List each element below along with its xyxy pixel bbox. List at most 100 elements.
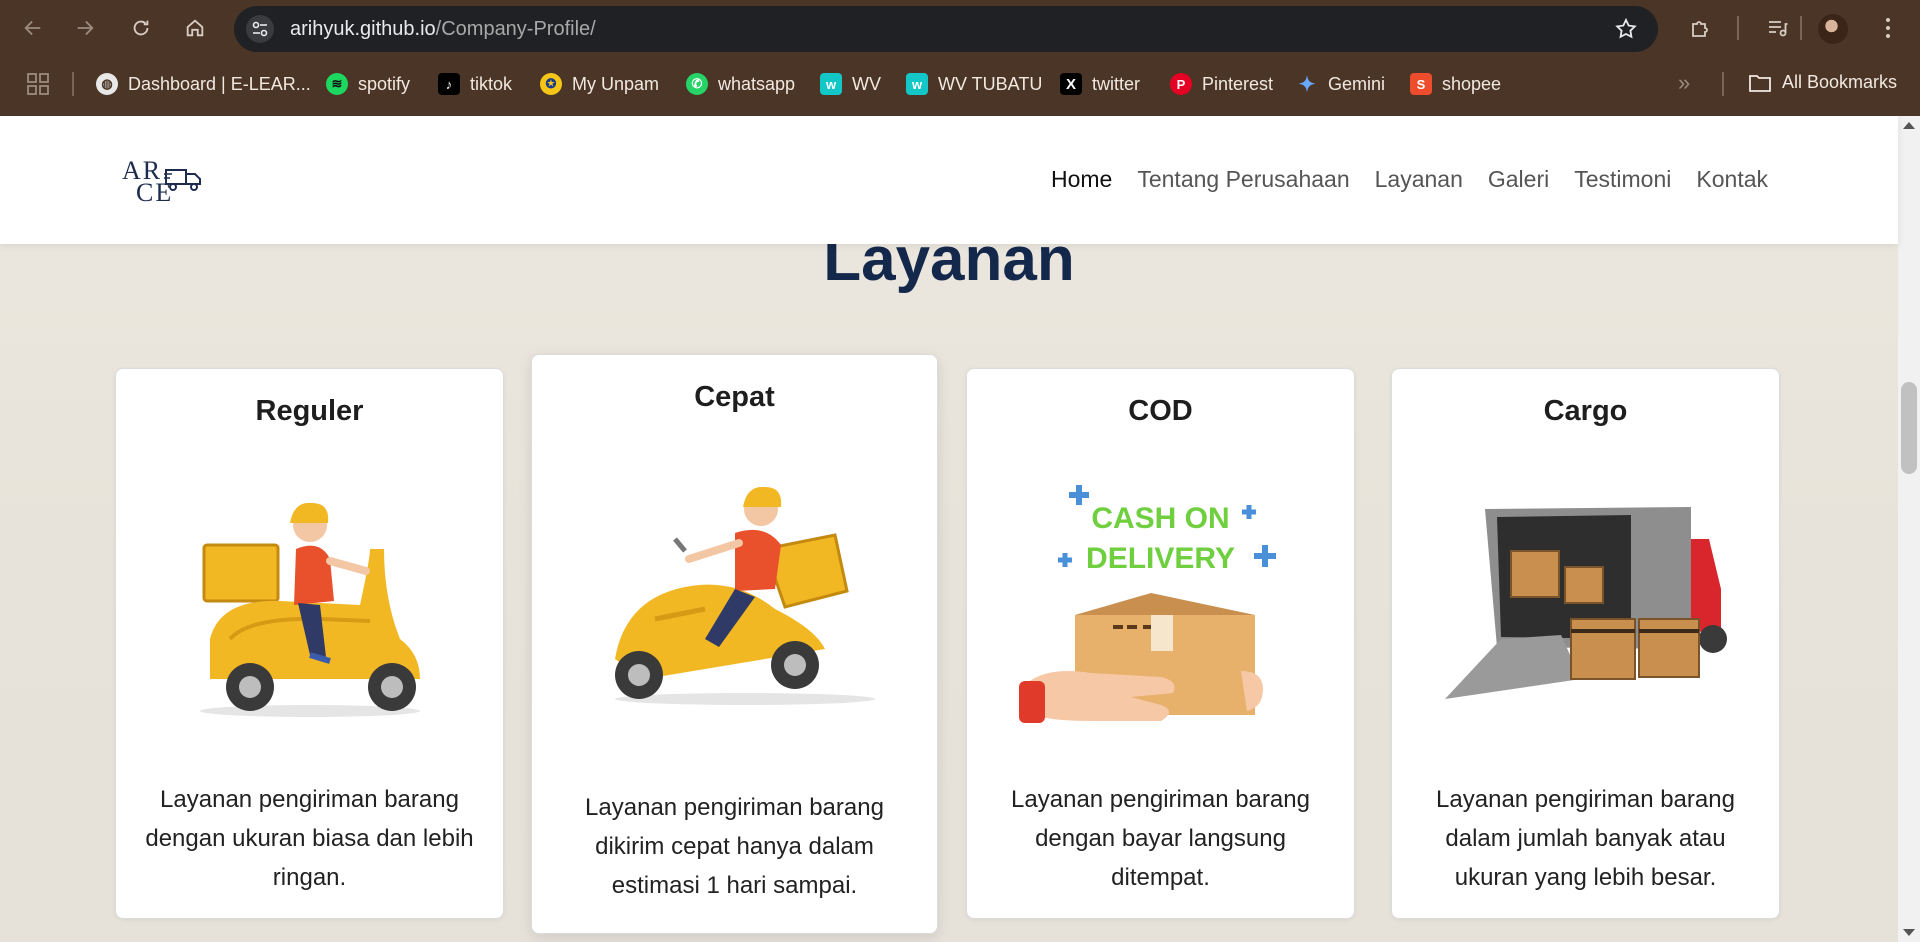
- page-viewport: AR CE Home Tentang Perusahaan Layanan Ga…: [0, 116, 1920, 942]
- extensions-button[interactable]: [1684, 12, 1716, 44]
- bookmarks-divider: [72, 72, 74, 96]
- shopee-icon: S: [1410, 73, 1432, 95]
- scooter-courier-illustration: [199, 502, 420, 717]
- bookmark-spotify[interactable]: ≋ spotify: [326, 72, 410, 96]
- nav-link-home[interactable]: Home: [1051, 166, 1112, 193]
- bookmark-label: tiktok: [470, 73, 513, 94]
- bookmark-tiktok[interactable]: ♪ tiktok: [438, 72, 512, 96]
- card-title: Cepat: [694, 381, 775, 413]
- arrow-left-icon: [24, 20, 41, 36]
- puzzle-icon: [1692, 21, 1708, 37]
- gemini-icon: ✦: [1298, 73, 1316, 96]
- reload-icon: [133, 20, 149, 36]
- toolbar-divider: [1800, 16, 1802, 40]
- playlist-icon: [1769, 21, 1788, 37]
- nav-link-galeri[interactable]: Galeri: [1488, 166, 1549, 193]
- all-bookmarks-button[interactable]: All Bookmarks: [1748, 72, 1897, 93]
- delivery-truck-icon: [164, 169, 201, 191]
- bookmark-wv[interactable]: w WV: [820, 72, 881, 96]
- service-card-reguler: Reguler Layanan pengiriman barang dengan…: [115, 368, 504, 919]
- card-description: Layanan pengiriman barang dengan bayar l…: [1011, 786, 1310, 891]
- reload-button[interactable]: [124, 11, 158, 45]
- bookmark-label: twitter: [1092, 73, 1141, 94]
- bookmark-label: My Unpam: [572, 73, 660, 94]
- service-card-cod: COD CASH ON DELIVERY Layanan pengiriman …: [966, 368, 1355, 919]
- bookmarks-bar: ◍ Dashboard | E-LEAR... ≋ spotify ♪ tikt…: [0, 64, 1920, 104]
- address-bar[interactable]: arihyuk.github.io/Company-Profile/: [234, 6, 1658, 52]
- bookmark-wv-tubatu[interactable]: w WV TUBATU: [906, 72, 1042, 96]
- home-button[interactable]: [178, 11, 212, 45]
- bookmark-label: spotify: [358, 73, 411, 94]
- url-path: /Company-Profile/: [435, 18, 596, 40]
- bookmark-label: Dashboard | E-LEAR...: [128, 73, 311, 94]
- bookmark-label: Gemini: [1328, 73, 1386, 94]
- toolbar-divider: [1737, 16, 1739, 40]
- forward-button[interactable]: [68, 11, 102, 45]
- back-button[interactable]: [16, 11, 50, 45]
- all-bookmarks-label: All Bookmarks: [1782, 72, 1898, 92]
- kebab-menu-icon: [1886, 18, 1890, 38]
- bookmark-my-unpam[interactable]: ✪ My Unpam: [540, 72, 659, 96]
- url-host: arihyuk.github.io: [290, 18, 436, 40]
- x-icon: X: [1060, 73, 1082, 95]
- scroll-up-arrow-icon[interactable]: [1903, 122, 1915, 129]
- browser-chrome: arihyuk.github.io/Company-Profile/ ◍ Das…: [0, 0, 1920, 116]
- bookmark-label: whatsapp: [718, 73, 796, 94]
- pinterest-icon: P: [1170, 73, 1192, 95]
- card-description: Layanan pengiriman barang dalam jumlah b…: [1436, 786, 1735, 891]
- service-card-cargo: Cargo Layanan pengiriman barang dalam ju…: [1391, 368, 1780, 919]
- bookmark-shopee[interactable]: S shopee: [1410, 72, 1501, 96]
- bookmark-label: Pinterest: [1202, 73, 1274, 94]
- bookmark-dashboard[interactable]: ◍ Dashboard | E-LEAR...: [96, 72, 311, 96]
- card-title: Reguler: [255, 395, 364, 427]
- url-text[interactable]: arihyuk.github.io/Company-Profile/: [290, 18, 596, 41]
- bookmark-pinterest[interactable]: P Pinterest: [1170, 72, 1273, 96]
- globe-icon: ◍: [96, 73, 118, 95]
- cod-graphic-text: CASH ON DELIVERY: [1011, 499, 1311, 579]
- bookmark-twitter[interactable]: X twitter: [1060, 72, 1140, 96]
- nav-link-layanan[interactable]: Layanan: [1375, 166, 1463, 193]
- spotify-icon: ≋: [326, 73, 348, 95]
- tune-icon: [252, 21, 268, 37]
- profile-avatar[interactable]: [1818, 14, 1848, 44]
- browser-menu-button[interactable]: [1872, 12, 1904, 44]
- site-info-button[interactable]: [246, 15, 274, 43]
- home-icon: [186, 19, 204, 37]
- bookmark-star-icon[interactable]: [1614, 17, 1638, 41]
- page-scrollbar[interactable]: [1898, 116, 1920, 942]
- service-card-cepat: Cepat Layanan pengiriman barang dikirim …: [531, 354, 938, 934]
- card-description: Layanan pengiriman barang dengan ukuran …: [145, 786, 474, 891]
- media-button[interactable]: [1762, 12, 1794, 44]
- bookmarks-divider: [1722, 72, 1724, 96]
- arrow-right-icon: [77, 20, 94, 36]
- scrollbar-thumb[interactable]: [1901, 382, 1917, 474]
- unpam-icon: ✪: [540, 73, 562, 95]
- nav-link-testimoni[interactable]: Testimoni: [1574, 166, 1671, 193]
- main-navigation: Home Tentang Perusahaan Layanan Galeri T…: [1051, 166, 1768, 193]
- bookmark-label: shopee: [1442, 73, 1502, 94]
- bookmark-label: WV: [852, 73, 881, 94]
- card-title: COD: [1128, 395, 1193, 427]
- cod-text-line-2: DELIVERY: [1086, 542, 1235, 575]
- bookmark-whatsapp[interactable]: ✆ whatsapp: [686, 72, 795, 96]
- wv-icon: w: [906, 73, 928, 95]
- card-title: Cargo: [1543, 395, 1628, 427]
- bookmark-gemini[interactable]: ✦ Gemini: [1296, 72, 1385, 96]
- fast-scooter-courier-illustration: [614, 486, 875, 705]
- card-description: Layanan pengiriman barang dikirim cepat …: [585, 794, 884, 899]
- scroll-down-arrow-icon[interactable]: [1903, 929, 1915, 936]
- bookmark-label: WV TUBATU: [938, 73, 1043, 94]
- whatsapp-icon: ✆: [686, 73, 708, 95]
- nav-link-kontak[interactable]: Kontak: [1696, 166, 1768, 193]
- cod-text-line-1: CASH ON: [1091, 502, 1230, 535]
- nav-link-tentang-perusahaan[interactable]: Tentang Perusahaan: [1137, 166, 1349, 193]
- tiktok-icon: ♪: [438, 73, 460, 95]
- cash-on-delivery-illustration: CASH ON DELIVERY: [1011, 465, 1311, 735]
- chevron-double-right-icon[interactable]: »: [1678, 70, 1690, 96]
- wv-icon: w: [820, 73, 842, 95]
- cargo-truck-illustration: [1444, 507, 1727, 699]
- site-header: AR CE Home Tentang Perusahaan Layanan Ga…: [0, 116, 1898, 244]
- company-logo[interactable]: AR CE: [122, 156, 202, 207]
- apps-grid-icon[interactable]: [26, 72, 50, 96]
- folder-icon: [1749, 74, 1771, 92]
